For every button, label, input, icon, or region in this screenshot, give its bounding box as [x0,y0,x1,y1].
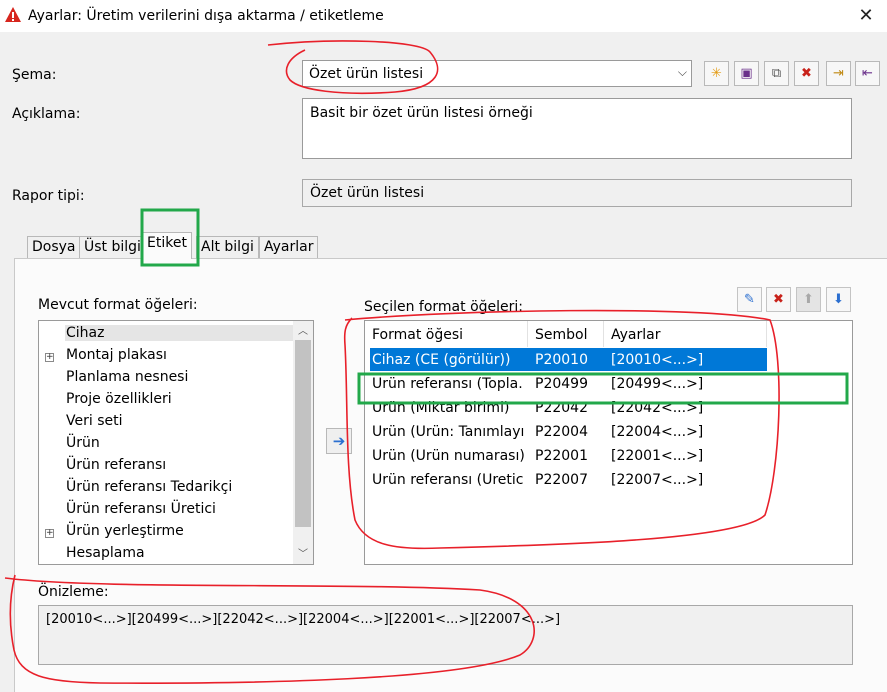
scroll-up-icon[interactable]: ︿ [295,322,311,337]
tree-item[interactable]: Veri seti [66,413,123,429]
tree-scrollbar-thumb[interactable] [295,340,311,527]
available-items-label: Mevcut format öğeleri: [38,297,198,313]
export-icon[interactable]: ⇤ [855,61,880,86]
delete-icon[interactable]: ✖ [794,61,819,86]
selected-items-label: Seçilen format öğeleri: [364,299,524,315]
edit-icon[interactable]: ✎ [737,287,762,312]
move-down-icon[interactable]: ⬇ [826,287,851,312]
expand-icon[interactable]: + [45,353,54,362]
tree-item[interactable]: Ürün referansı [66,457,166,473]
column-header-symbol[interactable]: Sembol [528,321,604,347]
description-textarea[interactable]: Basit bir özet ürün listesi örneği [302,98,852,159]
table-cell[interactable]: [20499<...>] [611,376,703,392]
table-cell[interactable]: P22007 [535,472,588,488]
table-cell[interactable]: [22007<...>] [611,472,703,488]
table-cell[interactable]: [22004<...>] [611,424,703,440]
preview-label: Önizleme: [38,584,109,600]
table-cell[interactable]: [20010<...>] [611,352,703,368]
table-cell[interactable]: Ürün referansı (Topla... [372,376,524,392]
table-cell[interactable]: P22004 [535,424,588,440]
warning-app-icon [5,7,21,22]
column-header-format[interactable]: Format öğesi [365,321,528,347]
tree-item[interactable]: Proje özellikleri [66,391,172,407]
available-items-tree[interactable]: Cihaz + Montaj plakası Planlama nesnesi … [38,320,314,565]
tab-dosya[interactable]: Dosya [27,236,81,258]
window-title: Ayarlar: Üretim verilerini dışa aktarma … [28,8,384,24]
description-label: Açıklama: [12,106,81,122]
tree-item[interactable]: Ürün referansı Tedarikçi [66,479,232,495]
chevron-down-icon: ⌵ [677,65,687,79]
report-type-label: Rapor tipi: [12,188,85,204]
tab-ust-bilgi[interactable]: Üst bilgi [79,236,146,258]
tree-item[interactable]: Montaj plakası [66,347,167,363]
copy-icon[interactable]: ⧉ [764,61,789,86]
move-up-icon[interactable]: ⬆ [796,287,821,312]
schema-value: Özet ürün listesi [309,66,424,82]
add-item-arrow-icon[interactable]: ➔ [326,428,352,454]
table-cell[interactable]: P22001 [535,448,588,464]
expand-icon[interactable]: + [45,529,54,538]
preview-field: [20010<...>][20499<...>][22042<...>][220… [38,605,853,665]
table-cell[interactable]: [22001<...>] [611,448,703,464]
tree-item[interactable]: Hesaplama [66,545,145,561]
tab-etiket[interactable]: Etiket [142,232,192,259]
schema-select[interactable]: Özet ürün listesi ⌵ [302,60,692,87]
tree-item[interactable]: Cihaz [65,325,293,341]
column-header-settings[interactable]: Ayarlar [604,321,767,347]
table-cell[interactable]: [22042<...>] [611,400,703,416]
table-cell[interactable]: P22042 [535,400,588,416]
schema-label: Şema: [12,67,57,83]
table-cell[interactable]: Ürün referansı (Üretici) [372,472,524,488]
table-cell[interactable]: P20010 [535,352,588,368]
table-cell[interactable]: Ürün (Miktar birimi) [372,400,524,416]
new-icon[interactable]: ✳ [704,61,729,86]
import-icon[interactable]: ⇥ [826,61,851,86]
selected-items-list[interactable]: Format öğesi Sembol Ayarlar Cihaz (CE (g… [364,320,853,565]
save-icon[interactable]: ▣ [734,61,759,86]
table-cell[interactable]: Ürün (Ürün: Tanımlayı... [372,424,524,440]
remove-icon[interactable]: ✖ [766,287,791,312]
table-cell[interactable]: P20499 [535,376,588,392]
tab-alt-bilgi[interactable]: Alt bilgi [196,236,259,258]
close-button[interactable]: ✕ [846,2,886,30]
tree-item[interactable]: Ürün referansı Üretici [66,501,216,517]
tree-item[interactable]: Planlama nesnesi [66,369,188,385]
table-cell[interactable]: Cihaz (CE (görülür)) [372,352,524,368]
tab-ayarlar[interactable]: Ayarlar [259,236,319,258]
scroll-down-icon[interactable]: ﹀ [295,545,311,560]
report-type-field: Özet ürün listesi [302,179,852,207]
tree-item[interactable]: Ürün yerleştirme [66,523,184,539]
tree-item[interactable]: Ürün [66,435,100,451]
table-cell[interactable]: Ürün (Ürün numarası) [372,448,524,464]
